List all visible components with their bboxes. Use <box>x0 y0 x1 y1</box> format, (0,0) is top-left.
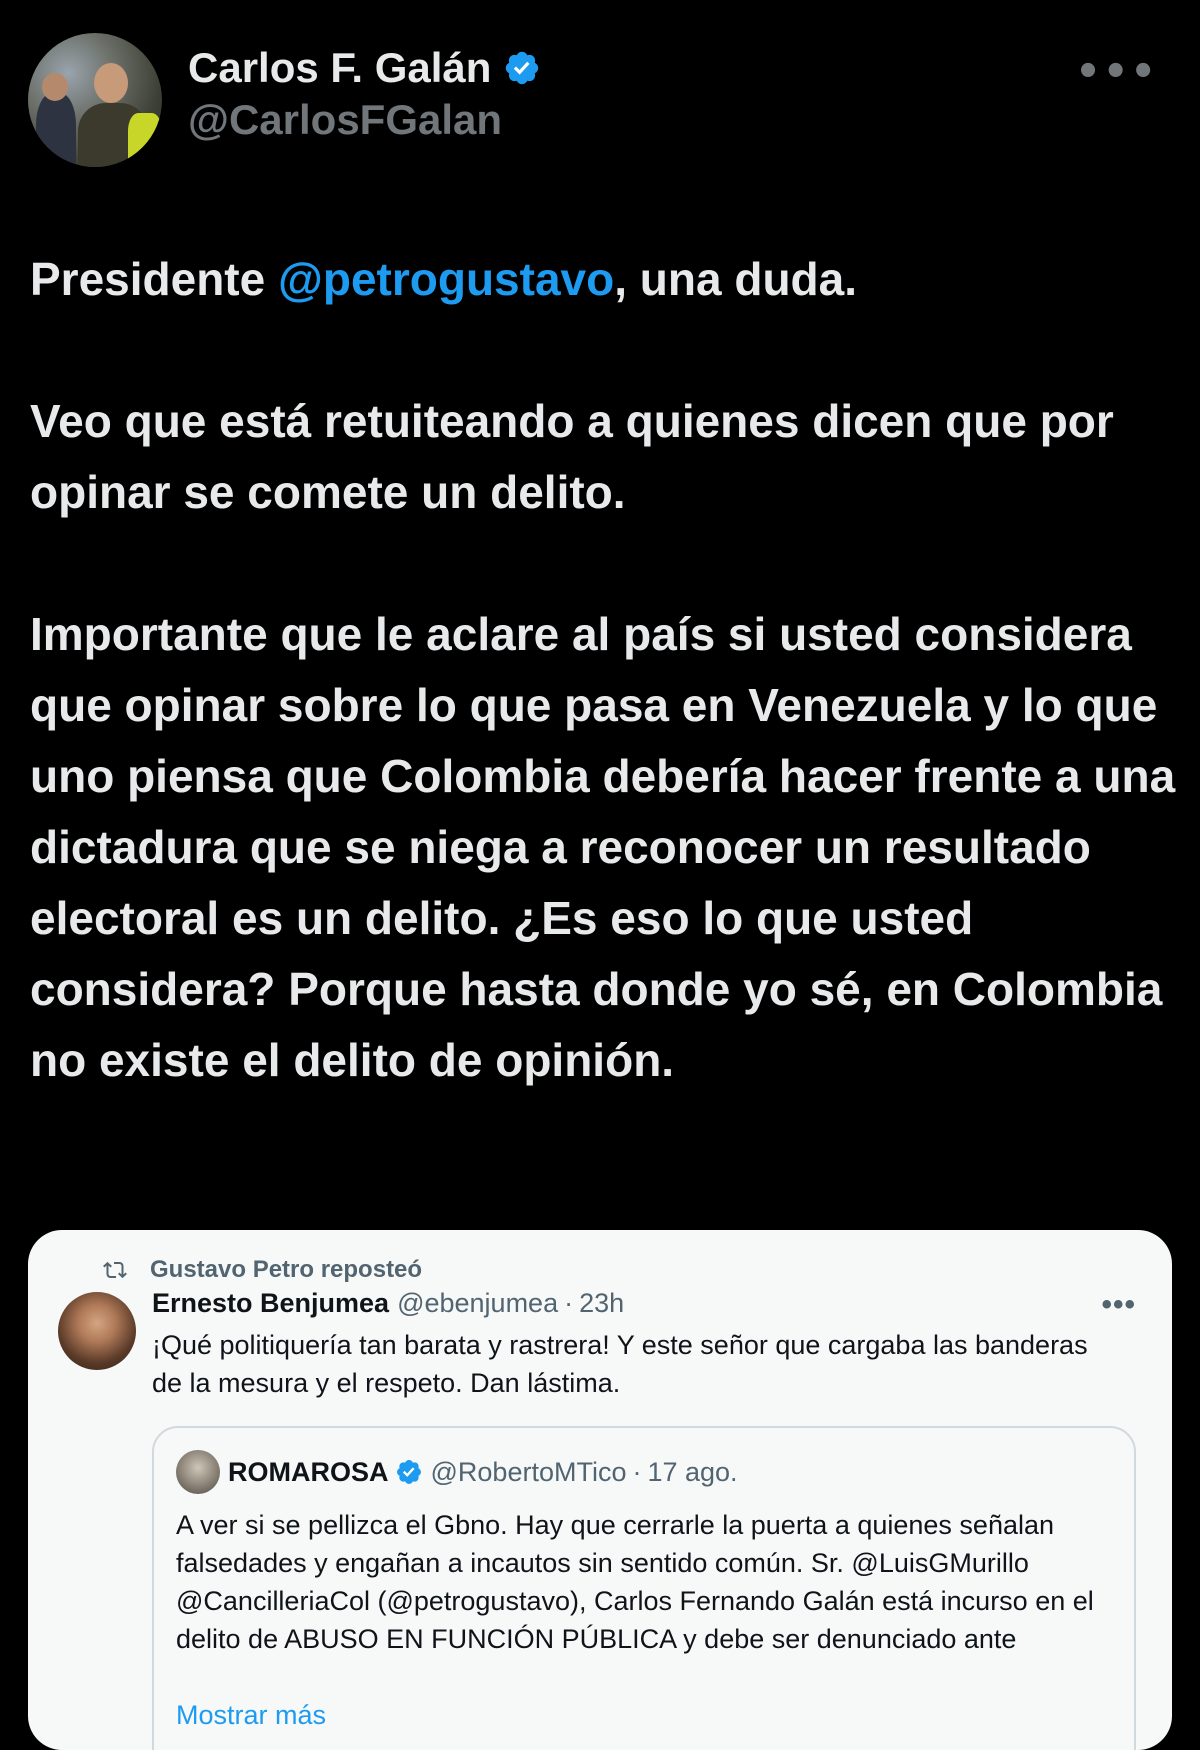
more-horizontal-icon[interactable]: ••• <box>1101 1288 1136 1322</box>
reposted-author-name[interactable]: Ernesto Benjumea <box>152 1288 389 1319</box>
tweet-body: Presidente @petrogustavo, una duda. Veo … <box>30 244 1180 1167</box>
quoted-text: A ver si se pellizca el Gbno. Hay que ce… <box>176 1510 1094 1654</box>
quoted-tweet[interactable]: ROMAROSA @RobertoMTico · 17 ago. A ver s… <box>152 1426 1136 1750</box>
author-name-row: Carlos F. Galán <box>188 44 541 92</box>
author-name[interactable]: Carlos F. Galán <box>188 44 491 92</box>
quoted-author-handle[interactable]: @RobertoMTico <box>431 1457 627 1488</box>
quoted-timestamp[interactable]: 17 ago. <box>647 1457 737 1488</box>
tweet-paragraph-2: Veo que está retuiteando a quienes dicen… <box>30 395 1114 518</box>
more-horizontal-icon[interactable]: ••• <box>1075 52 1158 92</box>
verified-badge-icon <box>506 51 539 85</box>
reposted-author-avatar[interactable] <box>58 1292 136 1370</box>
quoted-author-header: ROMAROSA @RobertoMTico · 17 ago. <box>176 1450 738 1494</box>
repost-icon <box>103 1261 127 1279</box>
author-avatar[interactable] <box>28 33 162 167</box>
reposted-author-handle[interactable]: @ebenjumea <box>397 1288 558 1319</box>
mention-link[interactable]: @petrogustavo <box>278 253 614 305</box>
separator-dot: · <box>564 1288 574 1318</box>
verified-badge-icon <box>396 1460 421 1484</box>
repost-indicator: Gustavo Petro reposteó <box>100 1256 422 1284</box>
reposted-text: ¡Qué politiquería tan barata y rastrera!… <box>152 1330 1088 1398</box>
author-handle[interactable]: @CarlosFGalan <box>188 96 502 144</box>
quoted-author-name[interactable]: ROMAROSA <box>228 1457 389 1488</box>
embedded-repost-card[interactable]: Gustavo Petro reposteó Ernesto Benjumea … <box>28 1230 1172 1750</box>
repost-label: Gustavo Petro reposteó <box>150 1256 423 1283</box>
quoted-author-avatar[interactable] <box>176 1450 220 1494</box>
tweet-header: Carlos F. Galán @CarlosFGalan ••• <box>28 30 1172 170</box>
reposted-timestamp[interactable]: 23h <box>579 1288 624 1319</box>
show-more-link[interactable]: Mostrar más <box>176 1700 326 1731</box>
tweet-paragraph-1: Presidente @petrogustavo, una duda. <box>30 253 857 305</box>
separator-dot: · <box>632 1456 642 1487</box>
tweet-paragraph-3: Importante que le aclare al país si uste… <box>30 608 1176 1086</box>
reposted-author-header: Ernesto Benjumea @ebenjumea · 23h <box>152 1288 624 1319</box>
